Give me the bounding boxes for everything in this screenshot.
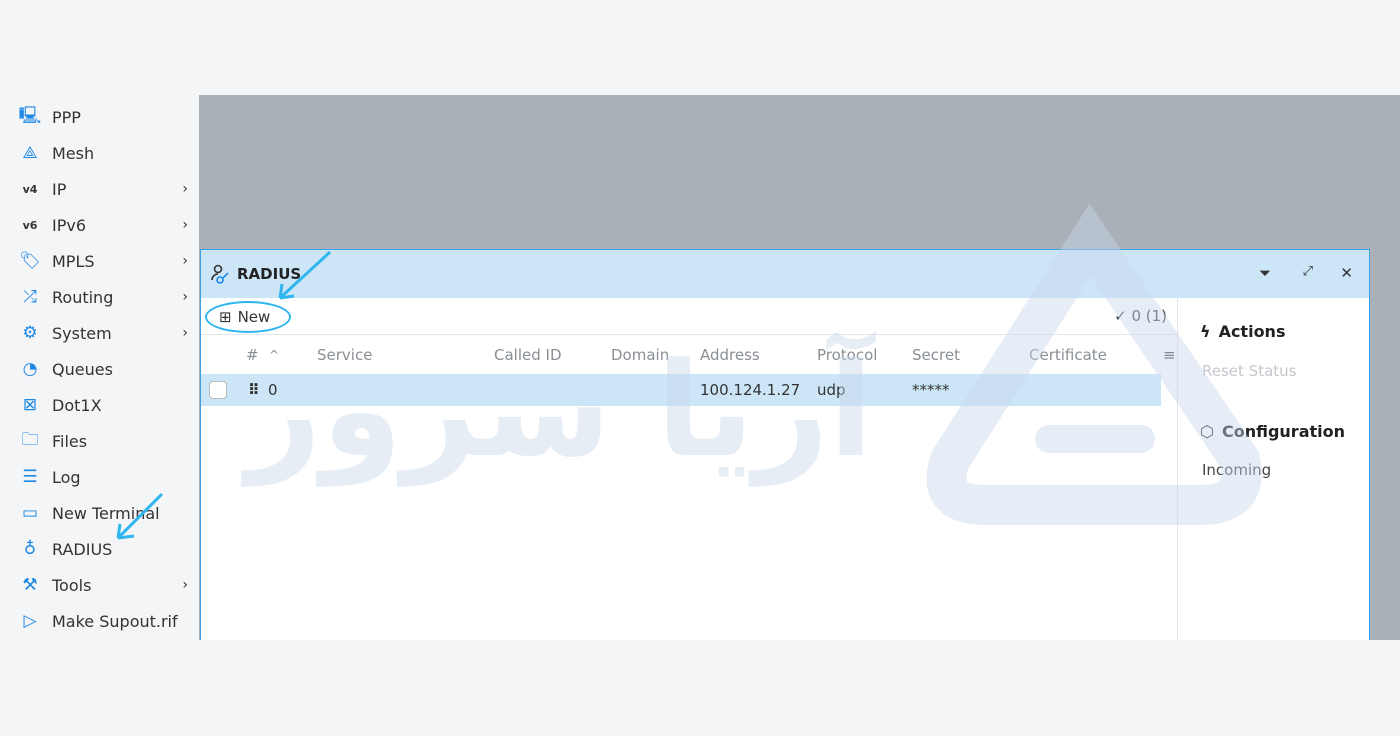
file-play-icon: ▷ <box>23 611 37 631</box>
check-icon: ✓ <box>1114 307 1132 325</box>
toolbar: ⊞ New ✓ 0 (1) <box>201 298 1177 335</box>
col-called-id[interactable]: Called ID <box>494 346 562 364</box>
lightning-icon: ϟ <box>1200 322 1211 341</box>
sidebar-item-system[interactable]: ⚙ System › <box>16 315 196 351</box>
sidebar-item-label: Queues <box>52 359 113 379</box>
chevron-right-icon: › <box>182 253 188 269</box>
sidebar-item-label: IP <box>52 179 67 199</box>
chevron-right-icon: › <box>182 325 188 341</box>
configuration-title: Configuration <box>1221 422 1345 441</box>
radius-icon: ♁ <box>23 539 37 559</box>
sidebar-item-label: Files <box>52 431 88 451</box>
ppp-icon: 🖳 <box>18 105 42 126</box>
cell-num: 0 <box>268 381 278 399</box>
actions-heading: ϟ Actions <box>1200 322 1285 341</box>
table-header: # ^ Service Called ID Domain Address Pro… <box>201 336 1177 373</box>
ipv4-icon: v4 <box>22 182 38 196</box>
col-domain[interactable]: Domain <box>611 346 669 364</box>
sidebar-item-files[interactable]: 🗀 Files <box>16 423 196 459</box>
side-panel: ϟ Actions Reset Status ⬡ Configuration Inc… <box>1177 298 1369 640</box>
chevron-right-icon: › <box>182 577 188 593</box>
sidebar-item-dot1x[interactable]: ⊠ Dot1X <box>16 387 196 423</box>
sidebar-item-label: MPLS <box>52 251 95 271</box>
sidebar-item-label: IPv6 <box>52 215 87 235</box>
window-titlebar[interactable]: RADIUS ⏷ ⤢ ✕ <box>201 250 1369 298</box>
close-icon[interactable]: ✕ <box>1340 264 1353 282</box>
sidebar-item-label: Dot1X <box>52 395 102 415</box>
sidebar-item-new-terminal[interactable]: ▭ New Terminal <box>16 495 196 531</box>
sidebar-item-label: RADIUS <box>52 539 113 559</box>
sidebar-item-label: Tools <box>52 575 92 595</box>
terminal-icon: ▭ <box>21 503 39 523</box>
cell-protocol: udp <box>817 381 846 399</box>
new-button[interactable]: ⊞ New <box>205 301 291 333</box>
radius-icon <box>211 264 229 284</box>
sidebar-item-label: Routing <box>52 287 114 307</box>
sidebar-item-tools[interactable]: ⚒ Tools › <box>16 567 196 603</box>
incoming-link[interactable]: Incoming <box>1202 461 1271 479</box>
gear-icon: ⚙ <box>22 323 38 343</box>
sidebar-item-radius[interactable]: ♁ RADIUS <box>16 531 196 567</box>
mesh-icon: ⟁ <box>22 143 38 163</box>
row-checkbox[interactable] <box>209 381 227 399</box>
sidebar-item-label: System <box>52 323 112 343</box>
sidebar-item-queues[interactable]: ◔ Queues <box>16 351 196 387</box>
count-value: 0 (1) <box>1131 307 1167 325</box>
sidebar-item-label: Make Supout.rif <box>52 611 178 631</box>
new-label: New <box>237 308 271 326</box>
col-certificate[interactable]: Certificate <box>1029 346 1107 364</box>
sort-asc-icon[interactable]: ^ <box>269 348 279 362</box>
folder-icon: 🗀 <box>21 429 39 450</box>
chevron-right-icon: › <box>182 181 188 197</box>
maximize-icon[interactable]: ⤢ <box>1303 264 1313 279</box>
add-icon: ⊞ <box>219 308 232 326</box>
gauge-icon: ◔ <box>22 359 38 379</box>
sidebar-item-label: Mesh <box>52 143 95 163</box>
tools-icon: ⚒ <box>22 575 38 595</box>
sidebar-item-ipv6[interactable]: v6 IPv6 › <box>16 207 196 243</box>
col-secret[interactable]: Secret <box>912 346 960 364</box>
cell-secret: ***** <box>912 381 950 399</box>
window-title: RADIUS <box>237 265 302 283</box>
sidebar-item-routing[interactable]: ⤮ Routing › <box>16 279 196 315</box>
radius-window: RADIUS ⏷ ⤢ ✕ ⊞ New ✓ 0 (1) # ^ Service C… <box>200 249 1370 640</box>
sidebar-item-ppp[interactable]: 🖳 PPP <box>16 99 196 135</box>
table-row[interactable]: ⠿ 0 100.124.1.27 udp ***** <box>201 374 1161 406</box>
sidebar-item-mpls[interactable]: 🏷 MPLS › <box>16 243 196 279</box>
filter-icon[interactable]: ⏷ <box>1259 264 1271 282</box>
log-icon: ☰ <box>22 467 38 487</box>
mpls-tag-icon: 🏷 <box>19 251 41 271</box>
chevron-right-icon: › <box>182 217 188 233</box>
sidebar-item-log[interactable]: ☰ Log <box>16 459 196 495</box>
sidebar-item-ip[interactable]: v4 IP › <box>16 171 196 207</box>
cell-address: 100.124.1.27 <box>700 381 801 399</box>
configuration-heading: ⬡ Configuration <box>1200 422 1345 441</box>
drag-handle-icon[interactable]: ⠿ <box>248 381 260 399</box>
col-protocol[interactable]: Protocol <box>817 346 877 364</box>
sidebar-item-label: PPP <box>52 107 81 127</box>
sidebar-item-mesh[interactable]: ⟁ Mesh <box>16 135 196 171</box>
dot1x-icon: ⊠ <box>22 395 38 415</box>
col-service[interactable]: Service <box>317 346 372 364</box>
hexagon-icon: ⬡ <box>1200 422 1214 441</box>
actions-title: Actions <box>1218 322 1286 341</box>
reset-status-button[interactable]: Reset Status <box>1202 362 1296 380</box>
routing-shuffle-icon: ⤮ <box>23 287 37 307</box>
col-num[interactable]: # <box>246 346 259 364</box>
sidebar-item-label: Log <box>52 467 81 487</box>
sidebar-item-make-supout-rif[interactable]: ▷ Make Supout.rif <box>16 603 196 639</box>
chevron-right-icon: › <box>182 289 188 305</box>
item-count: ✓ 0 (1) <box>1114 307 1167 325</box>
column-menu-icon[interactable]: ≡ <box>1163 346 1176 364</box>
ipv6-icon: v6 <box>22 218 38 232</box>
sidebar-item-label: New Terminal <box>52 503 160 523</box>
col-address[interactable]: Address <box>700 346 760 364</box>
